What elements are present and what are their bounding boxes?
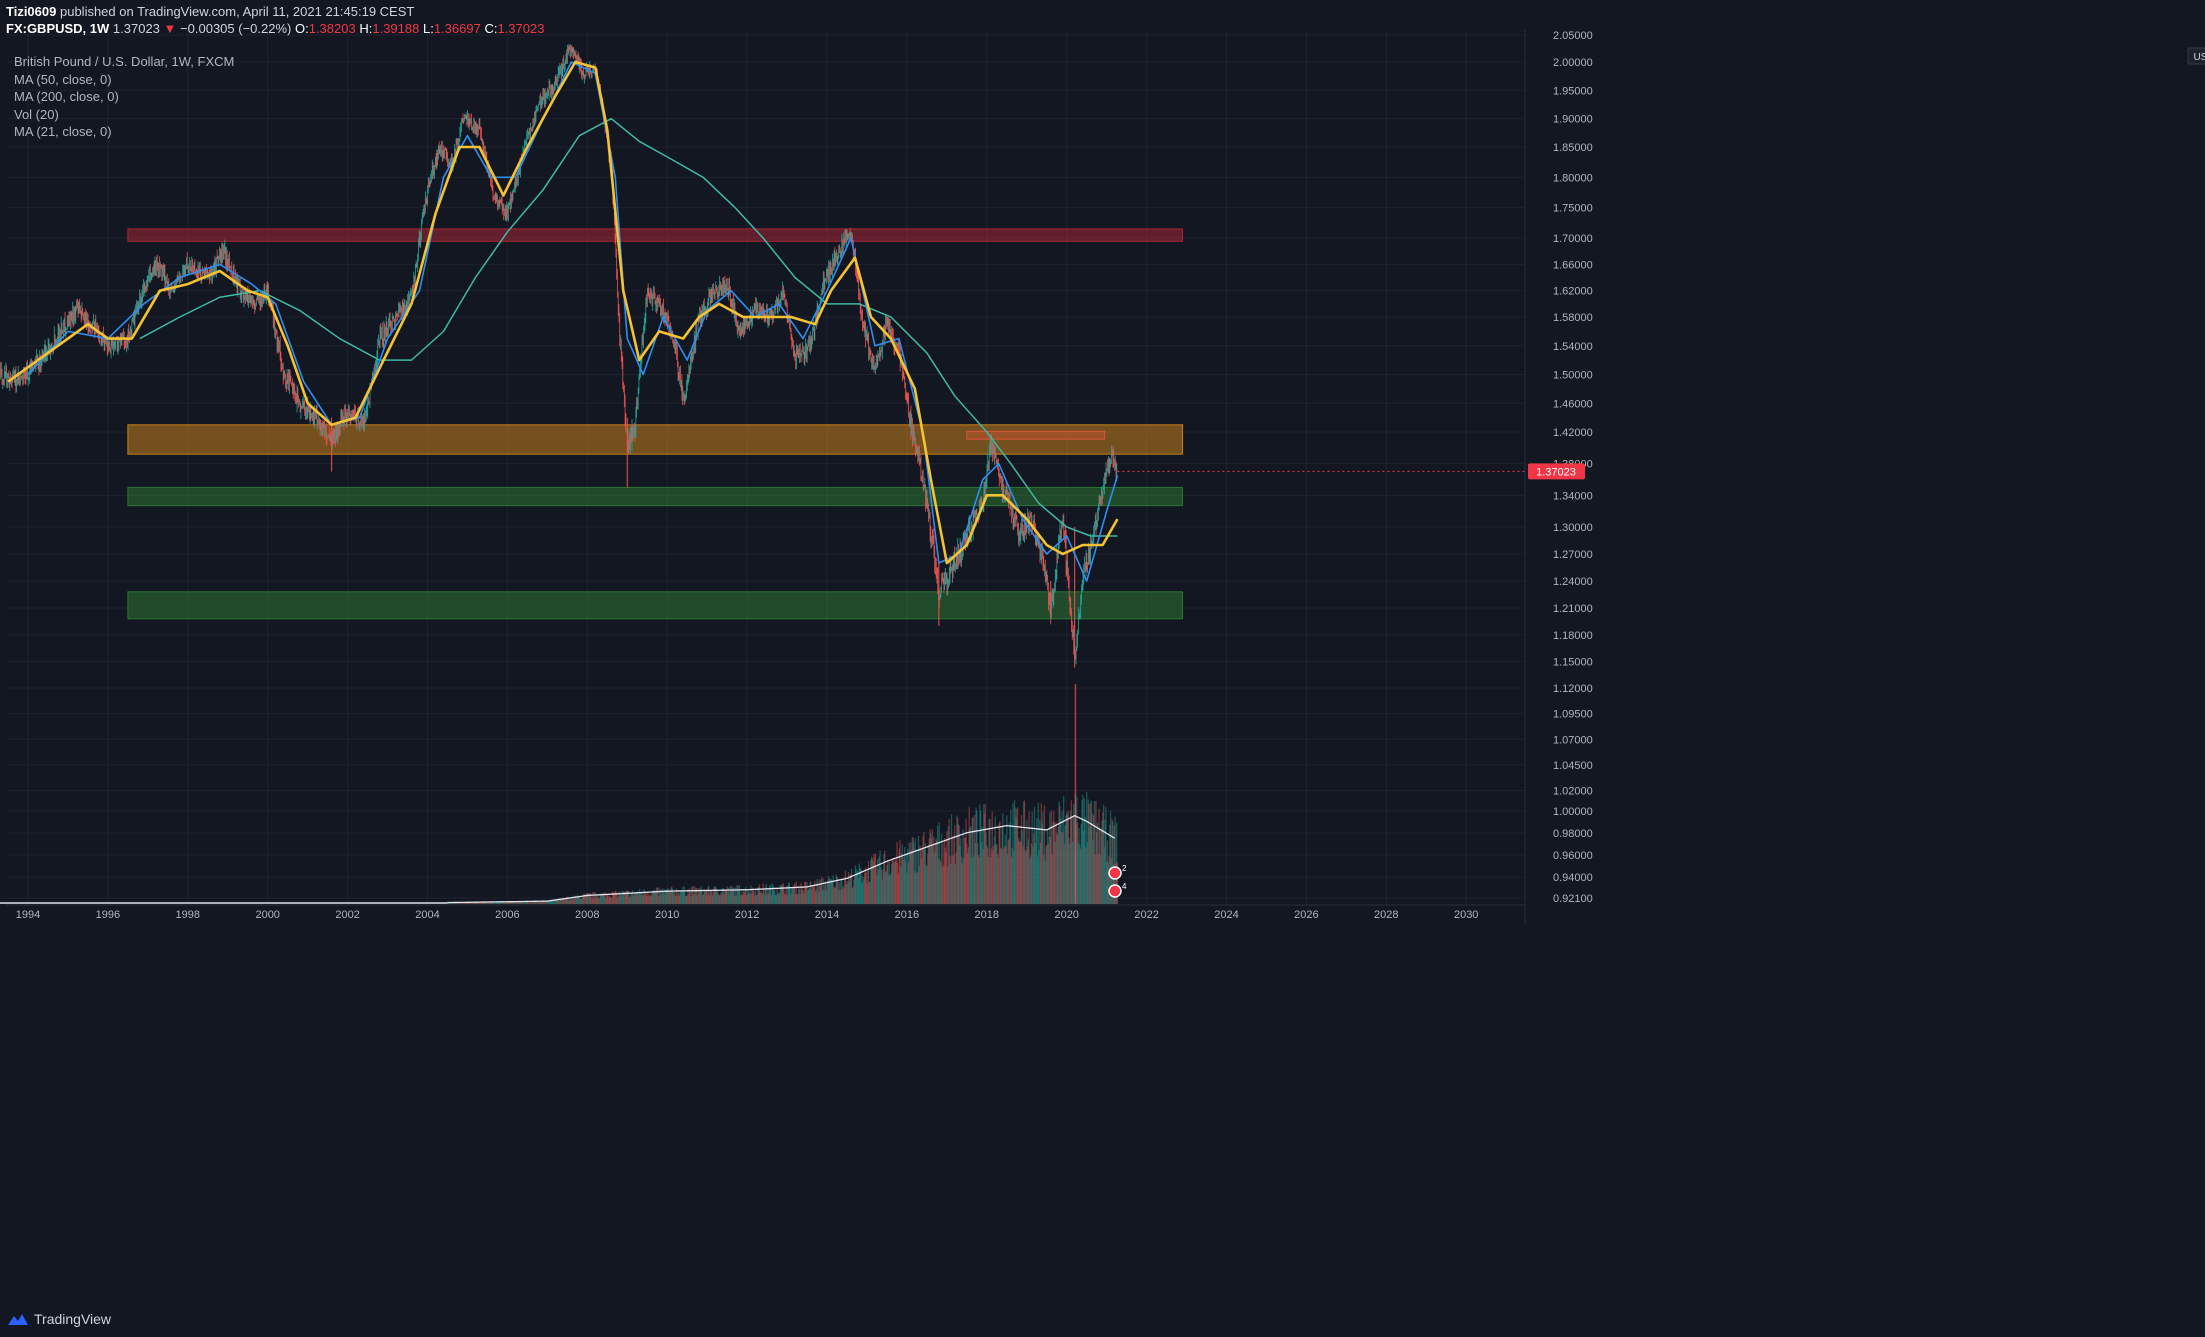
y-tick-label: 1.46000 [1553, 398, 1593, 410]
zone-resistance [127, 228, 1184, 242]
author-name[interactable]: Tizi0609 [6, 4, 56, 19]
high-value: 1.39188 [372, 21, 420, 36]
y-tick-label: 1.27000 [1553, 549, 1593, 561]
y-tick-label: 1.58000 [1553, 312, 1593, 324]
y-tick-label: 1.90000 [1553, 114, 1593, 126]
x-tick-label: 2020 [1054, 909, 1078, 921]
zones-layer [127, 228, 1184, 620]
y-tick-label: 1.95000 [1553, 85, 1593, 97]
tradingview-logo-icon [8, 1314, 28, 1325]
y-tick-label: 2.00000 [1553, 57, 1593, 69]
y-tick-label: 1.02000 [1553, 786, 1593, 798]
symbol-label[interactable]: FX:GBPUSD, 1W [6, 21, 109, 36]
legend-title[interactable]: British Pound / U.S. Dollar, 1W, FXCM [14, 53, 234, 71]
x-tick-label: 1996 [96, 909, 120, 921]
x-tick-label: 2022 [1134, 909, 1158, 921]
volume-bar [1074, 684, 1077, 904]
event-count: 4 [1122, 882, 1127, 891]
publish-info: published on TradingView.com, April 11, … [59, 4, 415, 19]
chart-grid [6, 30, 1525, 905]
ma200-line [139, 117, 1118, 537]
x-tick-label: 2006 [495, 909, 519, 921]
y-tick-label: 1.42000 [1553, 427, 1593, 439]
close-label: C: [484, 21, 498, 36]
low-value: 1.36697 [433, 21, 481, 36]
x-tick-label: 2014 [815, 909, 839, 921]
y-tick-label: 1.21000 [1553, 603, 1593, 615]
zone-support [127, 591, 1184, 620]
volume-layer [0, 684, 1119, 904]
y-tick-label: 1.50000 [1553, 370, 1593, 382]
x-tick-label: 2008 [575, 909, 599, 921]
y-tick-label: 1.75000 [1553, 203, 1593, 215]
event-flag-icon [1108, 884, 1122, 898]
legend-ma50[interactable]: MA (50, close, 0) [14, 71, 234, 89]
legend-vol[interactable]: Vol (20) [14, 106, 234, 124]
change-value: −0.00305 (−0.22%) [180, 21, 292, 36]
y-tick-label: 1.04500 [1553, 760, 1593, 772]
x-tick-label: 2010 [655, 909, 679, 921]
event-count: 2 [1122, 864, 1127, 873]
y-tick-label: 1.09500 [1553, 709, 1593, 721]
last-price-value: 1.37023 [1536, 466, 1576, 478]
x-tick-label: 2004 [415, 909, 439, 921]
y-tick-label: 1.15000 [1553, 656, 1593, 668]
x-tick-label: 1994 [16, 909, 40, 921]
footer-bar [0, 1300, 2205, 1337]
y-tick-label: 1.80000 [1553, 172, 1593, 184]
y-tick-label: 1.12000 [1553, 683, 1593, 695]
y-tick-label: 0.96000 [1553, 850, 1593, 862]
x-tick-label: 2018 [975, 909, 999, 921]
x-tick-label: 2012 [735, 909, 759, 921]
y-tick-label: 1.70000 [1553, 233, 1593, 245]
y-tick-label: 1.54000 [1553, 341, 1593, 353]
y-tick-label: 1.85000 [1553, 142, 1593, 154]
ohlc-line: FX:GBPUSD, 1W 1.37023 ▼ −0.00305 (−0.22%… [6, 21, 544, 36]
x-tick-label: 2016 [895, 909, 919, 921]
moving-averages-layer: 24 [7, 60, 1127, 898]
publish-line: Tizi0609 published on TradingView.com, A… [6, 4, 414, 19]
currency-label: USD [2193, 52, 2205, 63]
x-tick-label: 2030 [1454, 909, 1478, 921]
x-tick-label: 2002 [335, 909, 359, 921]
legend-ma200[interactable]: MA (200, close, 0) [14, 88, 234, 106]
axes-layer: 0.92100 0.94000 0.96000 0.98000 1.00000 1.020… [0, 30, 2205, 1337]
down-arrow-icon: ▼ [163, 21, 177, 36]
y-tick-label: 1.62000 [1553, 286, 1593, 298]
x-tick-label: 2024 [1214, 909, 1238, 921]
x-tick-label: 1998 [176, 909, 200, 921]
y-tick-label: 1.34000 [1553, 490, 1593, 502]
y-tick-label: 2.05000 [1553, 30, 1593, 42]
last-value: 1.37023 [112, 21, 160, 36]
brand-label: TradingView [34, 1311, 112, 1327]
x-tick-label: 2028 [1374, 909, 1398, 921]
x-tick-label: 2026 [1294, 909, 1318, 921]
y-tick-label: 1.66000 [1553, 259, 1593, 271]
y-tick-label: 1.18000 [1553, 630, 1593, 642]
price-chart[interactable]: 24 0.921000.940000.960000.980001.000001.… [0, 0, 2205, 1337]
y-tick-label: 0.98000 [1553, 828, 1593, 840]
open-value: 1.38203 [308, 21, 356, 36]
footer-brand[interactable]: TradingView [6, 1309, 111, 1329]
y-tick-label: 1.24000 [1553, 576, 1593, 588]
indicator-legend: British Pound / U.S. Dollar, 1W, FXCM MA… [14, 53, 234, 141]
y-tick-label: 0.94000 [1553, 872, 1593, 884]
y-tick-label: 1.30000 [1553, 522, 1593, 534]
event-flag-icon [1108, 866, 1122, 880]
low-label: L: [422, 21, 434, 36]
legend-ma21[interactable]: MA (21, close, 0) [14, 123, 234, 141]
y-tick-label: 1.07000 [1553, 734, 1593, 746]
close-value: 1.37023 [497, 21, 545, 36]
y-tick-label: 0.92100 [1553, 893, 1593, 905]
y-tick-label: 1.00000 [1553, 806, 1593, 818]
x-tick-label: 2000 [255, 909, 279, 921]
zone-support [127, 486, 1184, 507]
high-label: H: [359, 21, 373, 36]
open-label: O: [294, 21, 309, 36]
